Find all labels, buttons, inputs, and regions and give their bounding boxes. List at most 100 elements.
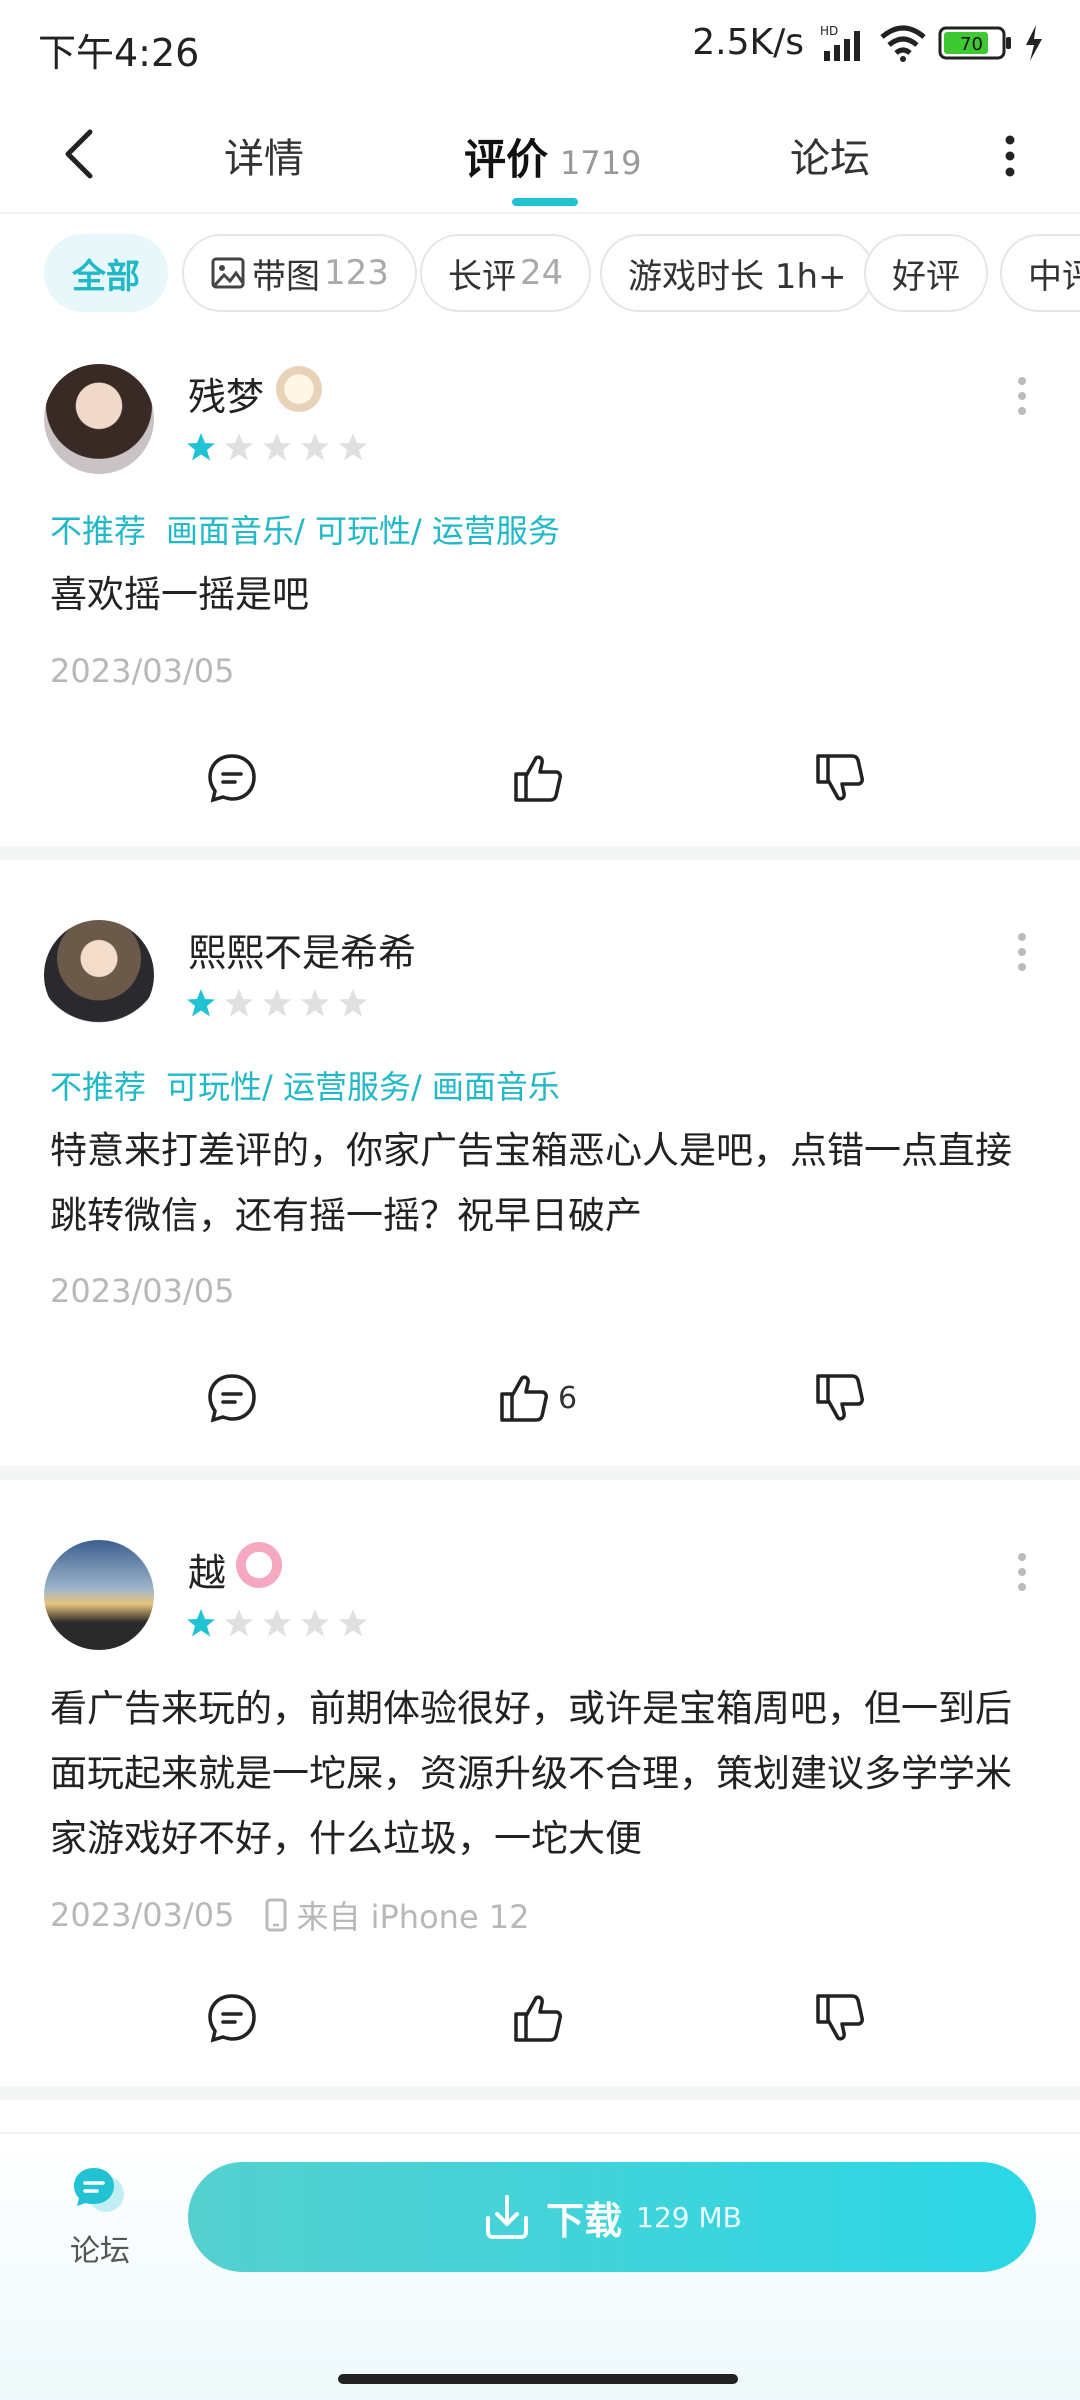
user-badge-icon: [236, 1542, 282, 1588]
avatar[interactable]: [44, 920, 154, 1030]
battery-level: 70: [960, 34, 983, 55]
battery-icon: 70: [938, 26, 1011, 59]
back-arrow-icon[interactable]: [52, 124, 112, 184]
username[interactable]: 熙熙不是希希: [188, 922, 416, 977]
star-empty-icon: [339, 989, 367, 1017]
bottom-action-bar: 论坛 下载 129 MB: [0, 2132, 1080, 2400]
filter-long-review[interactable]: 长评 24: [420, 234, 592, 312]
tab-reviews[interactable]: 评价 1719: [464, 126, 641, 187]
charging-icon: [1026, 24, 1042, 61]
like-count: 6: [558, 1380, 578, 1416]
recommend-tag: 不推荐: [50, 1068, 147, 1106]
device-info: 来自 iPhone 12: [264, 1892, 530, 1938]
tab-detail[interactable]: 详情: [224, 126, 304, 184]
review-tags: 不推荐 可玩性/ 运营服务/ 画面音乐: [50, 1062, 560, 1108]
forum-button[interactable]: 论坛: [60, 2164, 140, 2270]
star-empty-icon: [301, 989, 329, 1017]
aspect-tags: 可玩性/ 运营服务/ 画面音乐: [166, 1068, 560, 1106]
like-button[interactable]: [512, 1988, 572, 2048]
review-card: 熙熙不是希希 不推荐 可玩性/ 运营服务/ 画面音乐 特意来打差评的，你家广告宝箱…: [0, 860, 1080, 1460]
more-vertical-icon[interactable]: [1016, 1552, 1028, 1592]
aspect-tags: 画面音乐/ 可玩性/ 运营服务: [166, 512, 560, 550]
star-empty-icon: [263, 1609, 291, 1637]
device-name: 来自 iPhone 12: [296, 1898, 530, 1936]
svg-text:HD: HD: [820, 24, 838, 38]
filter-label: 带图: [252, 256, 320, 297]
dislike-button[interactable]: [814, 1368, 866, 1428]
tab-forum[interactable]: 论坛: [790, 126, 870, 184]
star-rating: [186, 432, 368, 462]
home-indicator[interactable]: [338, 2374, 738, 2384]
star-rating: [186, 1608, 368, 1638]
review-date: 2023/03/05: [50, 1896, 235, 1934]
more-vertical-icon[interactable]: [1016, 376, 1028, 416]
review-actions: 6: [0, 1368, 1080, 1428]
more-vertical-icon[interactable]: [1000, 134, 1020, 178]
review-actions: [0, 1988, 1080, 2048]
star-empty-icon: [263, 989, 291, 1017]
filter-label: 好评: [892, 256, 960, 297]
like-button[interactable]: [512, 748, 572, 808]
comment-button[interactable]: [206, 1368, 258, 1428]
avatar[interactable]: [44, 1540, 154, 1650]
comment-icon: [208, 1374, 256, 1423]
filter-all[interactable]: 全部: [44, 234, 168, 312]
thumbs-up-icon: [514, 1995, 562, 2042]
filter-count: 123: [324, 253, 389, 293]
filter-chips: 全部 带图 123 长评 24 游戏时长 1h+ 好评 中评: [0, 234, 1080, 314]
download-size: 129 MB: [636, 2200, 742, 2234]
thumbs-up-icon: [514, 755, 562, 802]
section-divider: [0, 2086, 1080, 2100]
filter-neutral[interactable]: 中评: [1000, 234, 1080, 312]
username[interactable]: 越: [188, 1542, 226, 1597]
comment-icon: [208, 1994, 256, 2043]
review-meta: 2023/03/05 来自 iPhone 12: [50, 1892, 530, 1938]
status-time: 下午4:26: [38, 31, 200, 75]
star-empty-icon: [225, 989, 253, 1017]
filter-with-images[interactable]: 带图 123: [182, 234, 417, 312]
star-empty-icon: [263, 433, 291, 461]
review-count: 1719: [560, 144, 642, 182]
dislike-button[interactable]: [814, 748, 866, 808]
filter-label: 游戏时长 1h+: [628, 256, 847, 297]
download-button[interactable]: 下载 129 MB: [188, 2162, 1036, 2272]
network-speed: 2.5K/s: [692, 22, 804, 63]
star-empty-icon: [301, 433, 329, 461]
comment-button[interactable]: [206, 1988, 258, 2048]
thumbs-down-icon: [816, 1374, 864, 1421]
star-empty-icon: [301, 1609, 329, 1637]
dislike-button[interactable]: [814, 1988, 866, 2048]
star-empty-icon: [339, 433, 367, 461]
filter-playtime[interactable]: 游戏时长 1h+: [600, 234, 875, 312]
image-icon: [211, 257, 245, 289]
active-tab-indicator: [512, 198, 578, 206]
thumbs-up-icon: [500, 1375, 548, 1422]
avatar[interactable]: [44, 364, 154, 474]
star-filled-icon: [187, 1609, 215, 1637]
filter-count: 24: [520, 253, 564, 293]
review-content: 特意来打差评的，你家广告宝箱恶心人是吧，点错一点直接跳转微信，还有摇一摇？祝早日…: [50, 1129, 1012, 1237]
filter-positive[interactable]: 好评: [864, 234, 988, 312]
review-content: 看广告来玩的，前期体验很好，或许是宝箱周吧，但一到后面玩起来就是一坨屎，资源升级…: [50, 1687, 1012, 1860]
thumbs-down-icon: [816, 1994, 864, 2041]
star-empty-icon: [339, 1609, 367, 1637]
review-content: 喜欢摇一摇是吧: [50, 573, 309, 616]
like-button[interactable]: 6: [498, 1368, 577, 1428]
comment-button[interactable]: [206, 748, 258, 808]
comment-icon: [208, 754, 256, 803]
status-icons: 2.5K/s HD 70: [692, 22, 1044, 63]
review-date: 2023/03/05: [50, 652, 235, 690]
star-filled-icon: [187, 989, 215, 1017]
top-nav: 详情 评价 1719 论坛: [0, 96, 1080, 214]
download-label: 下载: [546, 2198, 623, 2243]
phone-icon: [265, 1898, 287, 1932]
star-rating: [186, 988, 368, 1018]
filter-label: 长评: [448, 256, 516, 297]
username[interactable]: 残梦: [188, 366, 264, 421]
recommend-tag: 不推荐: [50, 512, 147, 550]
user-badge-icon: [276, 366, 322, 412]
more-vertical-icon[interactable]: [1016, 932, 1028, 972]
download-icon: [486, 2195, 529, 2239]
review-date: 2023/03/05: [50, 1272, 235, 1310]
wifi-icon: [880, 25, 926, 62]
